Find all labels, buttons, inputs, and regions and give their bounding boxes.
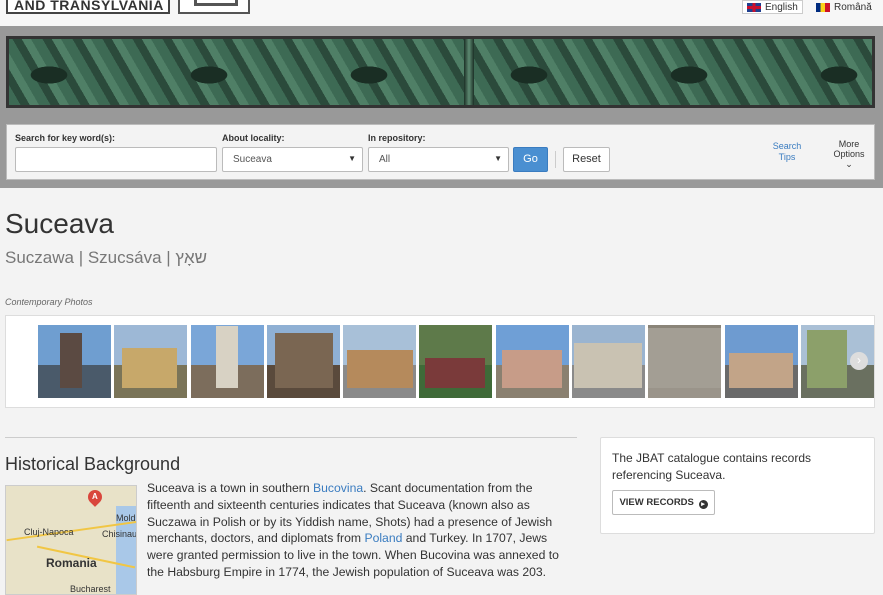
page-title: Suceava — [5, 208, 114, 239]
ornamental-banner-image — [6, 36, 875, 108]
keyword-search-input[interactable] — [15, 147, 217, 172]
poland-link[interactable]: Poland — [364, 531, 402, 545]
search-tips-link[interactable]: Search Tips — [771, 141, 803, 163]
photo-thumbnail[interactable] — [496, 325, 569, 398]
carousel-next-icon[interactable]: › — [850, 352, 868, 370]
language-romanian-link[interactable]: Română — [812, 0, 876, 14]
map-label-romania: Romania — [46, 556, 97, 570]
photo-thumbnail[interactable] — [114, 325, 187, 398]
map-label-bucharest: Bucharest — [70, 584, 111, 594]
top-bar: AND TRANSYLVANIA English Română — [0, 0, 883, 26]
uk-flag-icon — [747, 3, 761, 12]
keyword-label: Search for key word(s): — [15, 133, 116, 143]
repository-select-value: All — [379, 154, 391, 165]
location-map[interactable]: A Mold Cluj-Napoca Chisinau Romania Buch… — [5, 485, 137, 595]
site-logo-text[interactable]: AND TRANSYLVANIA — [6, 0, 170, 14]
locality-select[interactable]: Suceava ▼ — [222, 147, 363, 172]
historical-background-heading: Historical Background — [5, 454, 181, 474]
history-paragraph: Suceava is a town in southern Bucovina. … — [147, 480, 572, 581]
photo-thumbnail[interactable] — [572, 325, 645, 398]
search-panel: Search for key word(s): About locality: … — [6, 124, 875, 180]
section-divider — [5, 437, 577, 438]
photo-thumbnail[interactable] — [419, 325, 492, 398]
language-english-label: English — [765, 2, 798, 13]
button-separator — [555, 151, 556, 168]
chevron-down-icon: ⌄ — [845, 159, 853, 169]
view-records-label: VIEW RECORDS — [619, 497, 694, 508]
locality-label: About locality: — [222, 133, 285, 143]
more-options-toggle[interactable]: More Options ⌄ — [829, 139, 869, 169]
go-button[interactable]: Go — [513, 147, 548, 172]
locality-select-value: Suceava — [233, 154, 272, 165]
repository-select[interactable]: All ▼ — [368, 147, 509, 172]
photo-thumbnail[interactable] — [38, 325, 111, 398]
history-text: Suceava is a town in southern — [147, 481, 313, 495]
banner-divider — [464, 39, 474, 105]
dropdown-arrow-icon: ▼ — [494, 154, 502, 163]
view-records-button[interactable]: VIEW RECORDS ▸ — [612, 490, 715, 515]
romania-flag-icon — [816, 3, 830, 12]
map-label-chisinau: Chisinau — [102, 529, 137, 539]
language-english-link[interactable]: English — [742, 0, 803, 14]
repository-label: In repository: — [368, 133, 426, 143]
map-pin-label: A — [92, 492, 98, 501]
reset-button[interactable]: Reset — [563, 147, 610, 172]
photo-thumbnail[interactable] — [267, 325, 340, 398]
site-logo-icon[interactable] — [178, 0, 250, 14]
catalogue-info-text: The JBAT catalogue contains records refe… — [612, 451, 811, 482]
photo-thumbnail[interactable] — [725, 325, 798, 398]
map-label-moldova: Mold — [116, 513, 136, 523]
language-romanian-label: Română — [834, 2, 872, 13]
map-label-cluj: Cluj-Napoca — [24, 527, 74, 537]
catalogue-info-box: The JBAT catalogue contains records refe… — [600, 437, 875, 534]
photo-thumbnail[interactable] — [648, 325, 721, 398]
header-banner-area: Search for key word(s): About locality: … — [0, 26, 883, 188]
more-options-label: More Options — [833, 139, 865, 159]
bucovina-link[interactable]: Bucovina — [313, 481, 363, 495]
photo-thumbnail[interactable] — [191, 325, 264, 398]
alternate-names: Suczawa | Szucsáva | שאָץ — [5, 248, 208, 267]
photo-thumbnail[interactable] — [343, 325, 416, 398]
photos-label: Contemporary Photos — [5, 297, 93, 307]
photo-carousel: › — [5, 315, 875, 408]
dropdown-arrow-icon: ▼ — [348, 154, 356, 163]
arrow-right-circle-icon: ▸ — [698, 500, 708, 509]
